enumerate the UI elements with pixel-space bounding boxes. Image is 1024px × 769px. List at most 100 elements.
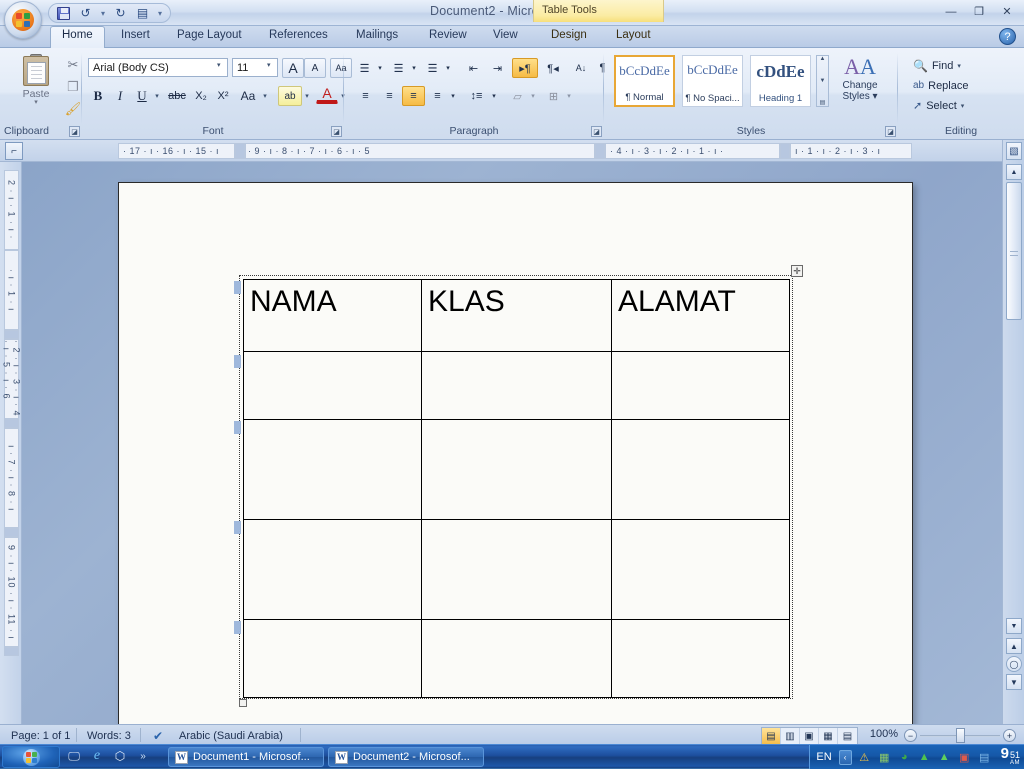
table-cell[interactable] [611, 351, 790, 420]
change-case-dropdown-icon[interactable]: ▾ [260, 86, 270, 106]
font-name-dropdown-icon[interactable]: ▾ [217, 61, 221, 69]
font-size-dropdown-icon[interactable]: ▾ [267, 61, 271, 69]
tab-references[interactable]: References [258, 26, 339, 48]
tab-review[interactable]: Review [418, 26, 478, 48]
subscript-button[interactable]: X₂ [190, 86, 212, 106]
font-dialog-launcher[interactable]: ◪ [331, 126, 342, 137]
antivirus-icon[interactable]: ▲ [937, 750, 952, 765]
system-clock[interactable]: 9 51 AM [997, 746, 1020, 767]
help-icon[interactable]: ? [999, 28, 1016, 45]
left-to-right-text-button[interactable]: ▸¶ [512, 58, 538, 78]
line-spacing-dropdown-icon[interactable]: ▾ [489, 86, 499, 106]
ruler-indent-marker-left[interactable] [235, 143, 245, 159]
underline-button[interactable]: U [132, 86, 152, 106]
table-cell[interactable] [611, 519, 790, 620]
tray-expand-chevron-icon[interactable]: ‹ [838, 749, 852, 765]
paragraph-dialog-launcher[interactable]: ◪ [591, 126, 602, 137]
start-button[interactable] [2, 746, 60, 768]
tab-view[interactable]: View [482, 26, 529, 48]
borders-dropdown-icon[interactable]: ▾ [564, 86, 574, 106]
find-button[interactable]: 🔍 Find ▾ [910, 56, 964, 75]
ruler-indent-marker-right[interactable] [780, 143, 790, 159]
font-name-input[interactable]: Arial (Body CS) [88, 58, 228, 77]
font-size-input[interactable]: 11 [232, 58, 278, 77]
select-browse-button[interactable]: ◯ [1006, 656, 1022, 672]
table-resize-handle[interactable] [239, 699, 247, 707]
align-center-button[interactable]: ≡ [378, 86, 401, 106]
quick-launch-overflow-icon[interactable]: » [135, 748, 151, 764]
sort-button[interactable]: A↓ [570, 58, 592, 78]
strikethrough-button[interactable]: abc [165, 86, 189, 106]
row-select-band[interactable] [234, 521, 241, 534]
table-cell[interactable] [243, 419, 422, 520]
next-page-button[interactable]: ▼ [1006, 674, 1022, 690]
table-header-klas[interactable]: KLAS [421, 279, 612, 352]
table-cell[interactable] [421, 619, 612, 698]
word-count-status[interactable]: Words: 3 [80, 728, 138, 743]
row-select-band[interactable] [234, 621, 241, 634]
update-icon[interactable]: ▲ [917, 750, 932, 765]
previous-page-button[interactable]: ▲ [1006, 638, 1022, 654]
styles-scroll-up-icon[interactable]: ▲ [820, 56, 826, 62]
document-page[interactable]: ✛ NAMA KLAS ALAMAT [118, 182, 913, 724]
align-left-button[interactable]: ≡ [354, 86, 377, 106]
document-table[interactable]: NAMA KLAS ALAMAT [243, 279, 790, 698]
decrease-indent-button[interactable]: ⇤ [462, 58, 485, 78]
bullets-button[interactable]: ☰ [354, 58, 375, 78]
office-button[interactable] [4, 1, 42, 39]
language-status[interactable]: Arabic (Saudi Arabia) [172, 728, 290, 743]
increase-indent-button[interactable]: ⇥ [486, 58, 509, 78]
line-spacing-button[interactable]: ↕≡ [464, 86, 489, 106]
proofing-errors-icon[interactable]: ✔ [146, 728, 170, 743]
table-row[interactable] [243, 619, 790, 698]
table-row[interactable] [243, 519, 790, 620]
bold-button[interactable]: B [88, 86, 108, 106]
language-indicator[interactable]: EN [816, 751, 833, 763]
table-cell[interactable] [243, 619, 422, 698]
row-select-band[interactable] [234, 421, 241, 434]
shrink-font-icon[interactable]: A [304, 58, 326, 78]
scroll-down-button[interactable]: ▼ [1006, 618, 1022, 634]
zoom-slider-thumb[interactable] [956, 728, 965, 743]
tab-design[interactable]: Design [540, 26, 598, 48]
italic-button[interactable]: I [110, 86, 130, 106]
document-canvas[interactable]: ✛ NAMA KLAS ALAMAT [22, 162, 1002, 724]
style-heading-1[interactable]: cDdEe Heading 1 [750, 55, 811, 107]
table-row[interactable] [243, 419, 790, 520]
web-layout-view-button[interactable]: ▣ [800, 728, 819, 744]
vruler-margin-marker-1[interactable] [4, 330, 19, 339]
vertical-ruler[interactable]: 2 · ı · 1 · ı · · ı · 1 · ı · 2 · ı · 3 … [0, 162, 22, 724]
outline-view-button[interactable]: ▦ [819, 728, 838, 744]
table-cell[interactable] [421, 351, 612, 420]
table-row[interactable] [243, 351, 790, 420]
vertical-scrollbar[interactable]: ▧ ▲ ▲ ◯ ▼ ▼ [1002, 140, 1024, 724]
volume-icon[interactable]: ▣ [957, 750, 972, 765]
numbering-button[interactable]: ☰ [388, 58, 409, 78]
security-shield-icon[interactable]: ⚠ [857, 750, 872, 765]
bluetooth-icon[interactable]: ▤ [977, 750, 992, 765]
tab-insert[interactable]: Insert [110, 26, 161, 48]
tab-mailings[interactable]: Mailings [345, 26, 409, 48]
table-header-row[interactable]: NAMA KLAS ALAMAT [243, 279, 790, 352]
shading-button[interactable]: ▱ [506, 86, 529, 106]
multilevel-dropdown-icon[interactable]: ▾ [443, 58, 453, 78]
styles-scroll-down-icon[interactable]: ▼ [820, 78, 826, 84]
select-browse-object-icon[interactable]: ▧ [1006, 142, 1022, 160]
font-color-button[interactable]: A [316, 84, 338, 104]
style-no-spacing[interactable]: bCcDdEe ¶ No Spaci... [682, 55, 743, 107]
justify-dropdown-icon[interactable]: ▾ [448, 86, 458, 106]
table-header-nama[interactable]: NAMA [243, 279, 422, 352]
select-dropdown-icon[interactable]: ▾ [961, 102, 965, 110]
select-button[interactable]: ➚ Select ▾ [910, 96, 967, 115]
highlight-dropdown-icon[interactable]: ▾ [302, 86, 312, 106]
zoom-in-button[interactable]: + [1003, 729, 1016, 742]
taskbar-window-document1[interactable]: W Document1 - Microsof... [168, 747, 324, 767]
table-cell[interactable] [611, 419, 790, 520]
superscript-button[interactable]: X² [212, 86, 234, 106]
full-screen-reading-button[interactable]: ▥ [781, 728, 800, 744]
styles-dialog-launcher[interactable]: ◪ [885, 126, 896, 137]
horizontal-ruler[interactable]: ⌐ · 17 · ı · 16 · ı · 15 · ı · 9 · ı · 8… [0, 140, 1024, 162]
windows-media-icon[interactable]: ⬡ [112, 748, 128, 764]
display-icon[interactable]: ▦ [877, 750, 892, 765]
scrollbar-thumb[interactable] [1006, 182, 1022, 320]
